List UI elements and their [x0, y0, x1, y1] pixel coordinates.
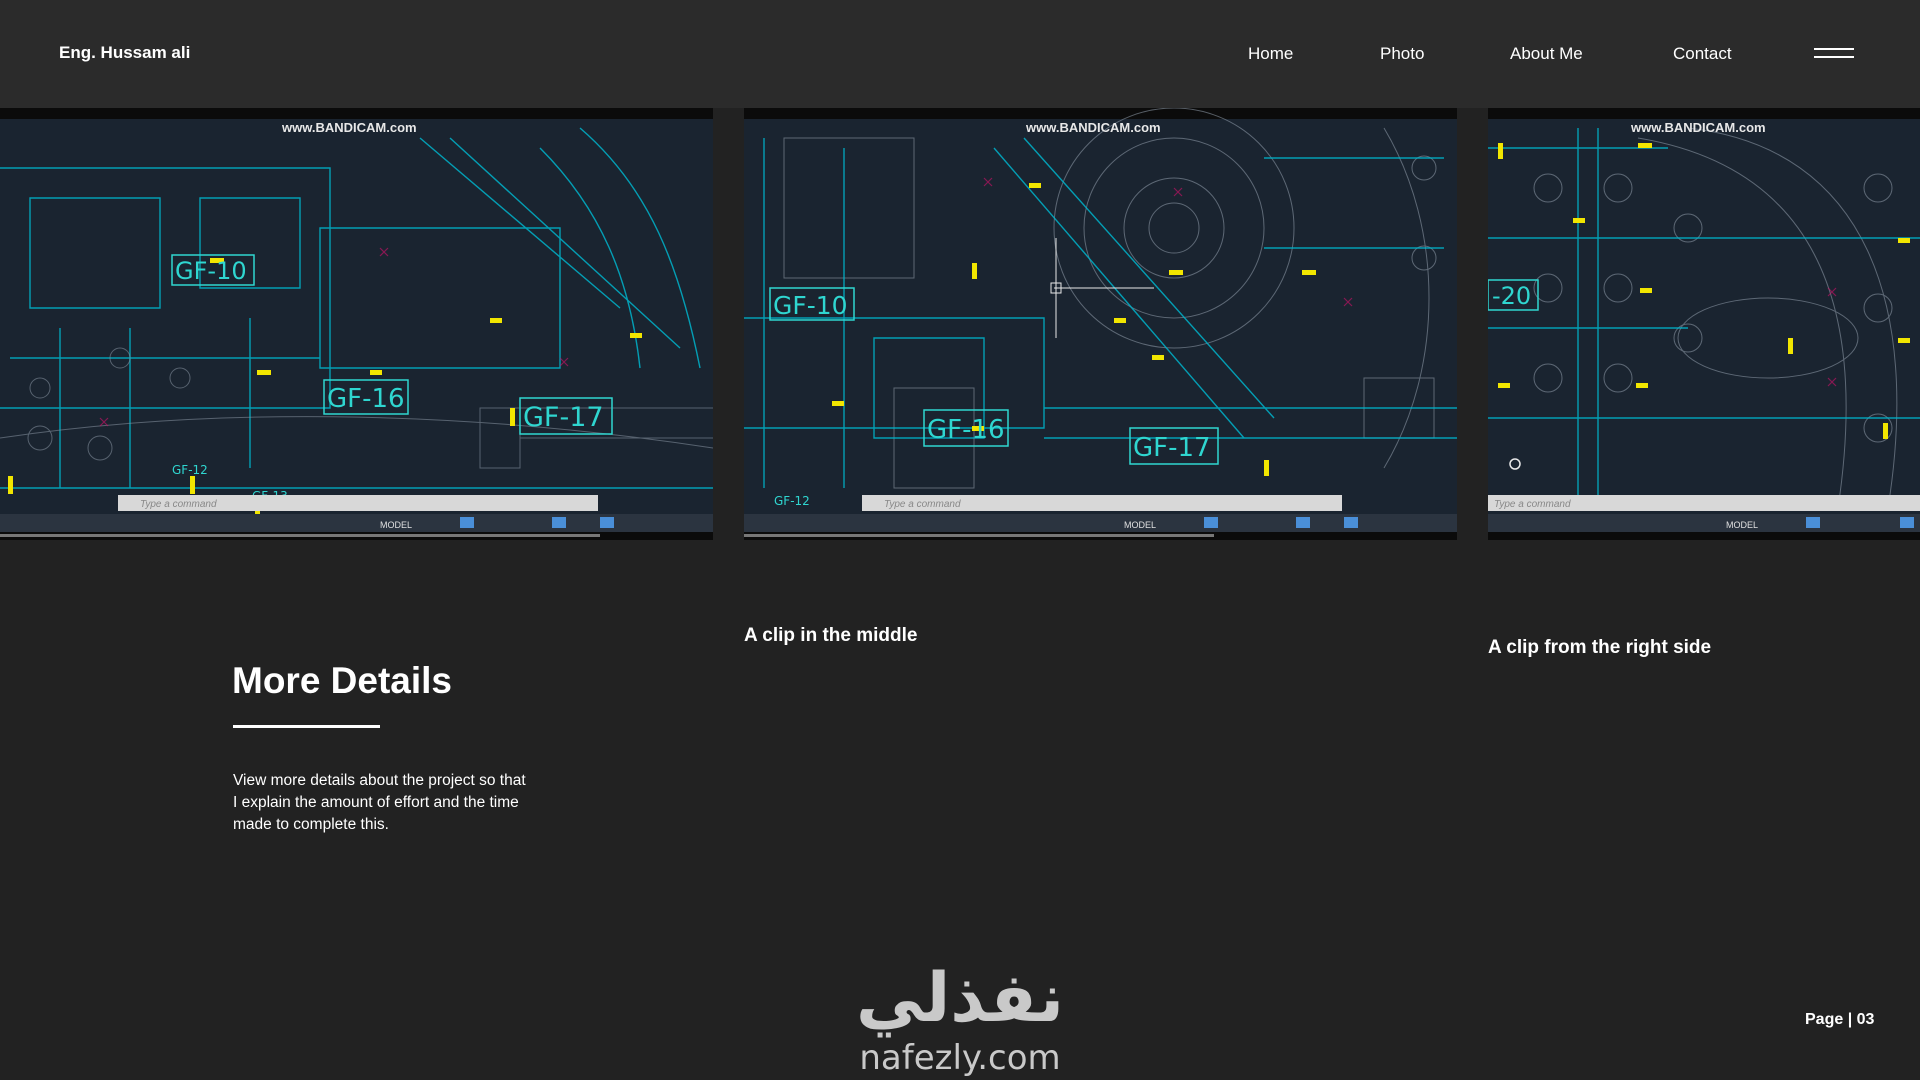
- room-label: GF-12: [172, 463, 208, 477]
- heading-underline: [233, 725, 380, 728]
- room-label: GF-16: [327, 384, 405, 414]
- command-placeholder: Type a command: [884, 499, 961, 510]
- clip-middle-screenshot: GF-10 GF-16 GF-17 GF-12 www.BANDICAM.com…: [744, 108, 1457, 540]
- nav-about-me[interactable]: About Me: [1510, 44, 1583, 64]
- room-label: GF-10: [175, 257, 247, 285]
- bandicam-watermark: www.BANDICAM.com: [1025, 120, 1161, 135]
- hamburger-icon[interactable]: [1812, 46, 1858, 62]
- clip-left-screenshot: GF-10 GF-16 GF-17 GF-12 GF-13 www.BANDIC…: [0, 108, 713, 540]
- cad-drawing-left: GF-10 GF-16 GF-17 GF-12 GF-13 www.BANDIC…: [0, 119, 713, 537]
- nafezly-watermark: نفذلي nafezly.com: [850, 960, 1070, 1080]
- clip-right-screenshot: -20 www.BANDICAM.com Type a command MODE…: [1488, 108, 1920, 540]
- top-navbar: Eng. Hussam ali Home Photo About Me Cont…: [0, 0, 1920, 108]
- command-placeholder: Type a command: [1494, 499, 1571, 510]
- cad-drawing-middle: GF-10 GF-16 GF-17 GF-12 www.BANDICAM.com…: [744, 108, 1457, 537]
- main-nav: Home Photo About Me Contact: [0, 44, 1920, 64]
- room-label: -20: [1492, 282, 1531, 310]
- details-heading: More Details: [232, 660, 453, 701]
- command-placeholder: Type a command: [140, 499, 217, 510]
- nav-contact[interactable]: Contact: [1673, 44, 1732, 64]
- page-number: Page | 03: [1805, 1011, 1875, 1028]
- bandicam-watermark: www.BANDICAM.com: [1630, 120, 1766, 135]
- room-label: GF-17: [523, 402, 604, 433]
- caption-middle: A clip in the middle: [744, 625, 918, 646]
- room-label: GF-17: [1133, 433, 1211, 463]
- status-mode: MODEL: [1124, 520, 1156, 530]
- nav-home[interactable]: Home: [1248, 44, 1293, 64]
- details-description: View more details about the project so t…: [233, 772, 526, 833]
- room-label: GF-12: [774, 494, 810, 508]
- room-label: GF-16: [927, 415, 1005, 445]
- bandicam-watermark: www.BANDICAM.com: [281, 120, 417, 135]
- caption-right: A clip from the right side: [1488, 637, 1712, 658]
- nav-photo[interactable]: Photo: [1380, 44, 1424, 64]
- room-label: GF-10: [773, 291, 848, 320]
- watermark-latin-text: nafezly.com: [859, 1038, 1061, 1078]
- status-mode: MODEL: [380, 520, 412, 530]
- watermark-arabic-text: نفذلي: [855, 959, 1065, 1038]
- status-mode: MODEL: [1726, 520, 1758, 530]
- cad-drawing-right: -20 www.BANDICAM.com Type a command MODE…: [1488, 119, 1920, 532]
